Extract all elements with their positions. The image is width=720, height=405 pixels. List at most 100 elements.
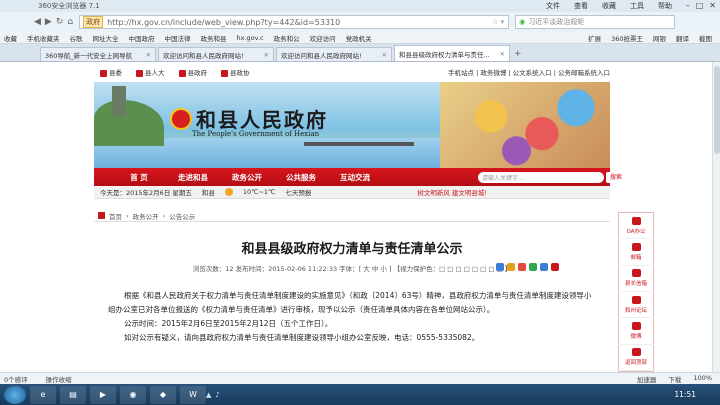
refresh-icon[interactable]: ↻: [56, 17, 64, 27]
breadcrumb-home[interactable]: 首页: [109, 211, 122, 221]
favorite-item[interactable]: 手机收藏夹: [27, 33, 60, 43]
tray-network-icon[interactable]: ▲: [206, 391, 211, 399]
taskbar-folder-icon[interactable]: ▤: [60, 385, 86, 404]
favorite-item[interactable]: 欢迎访问: [310, 33, 336, 43]
site-top-links: 县委 县人大 县政府 县政协 手机站点 | 政务微博 | 公文系统入口 | 公务…: [94, 62, 610, 82]
browser-tab[interactable]: 欢迎访问和县人民政府网站! ✕: [158, 47, 274, 61]
link-cppcc[interactable]: 县政协: [221, 67, 250, 77]
tab-close-icon[interactable]: ✕: [264, 51, 269, 59]
menu-file[interactable]: 文件: [546, 1, 560, 11]
menu-public-affairs[interactable]: 政务公开: [220, 172, 274, 183]
taskbar-clock[interactable]: 11:51: [674, 390, 696, 399]
side-oa-office[interactable]: OA办公: [618, 213, 654, 240]
forum-icon: [631, 295, 641, 304]
menu-tools[interactable]: 工具: [630, 1, 644, 11]
menu-view[interactable]: 查看: [574, 1, 588, 11]
national-emblem-icon: [170, 108, 192, 130]
tray-volume-icon[interactable]: ♪: [215, 391, 219, 399]
favorite-item[interactable]: 党政机关: [346, 33, 372, 43]
link-congress[interactable]: 县人大: [136, 67, 165, 77]
menu-favorites[interactable]: 收藏: [602, 1, 616, 11]
breadcrumb-announcements[interactable]: 公告公示: [169, 211, 195, 221]
sun-icon: [224, 188, 233, 196]
link-government[interactable]: 县政府: [178, 67, 207, 77]
address-url[interactable]: http://hx.gov.cn/include/web_view.php?ty…: [107, 18, 340, 27]
site-search-button[interactable]: 搜索: [606, 171, 626, 183]
taskbar-media-icon[interactable]: ▶: [90, 385, 116, 404]
favorite-item[interactable]: 政务和县: [201, 33, 227, 43]
browser-tab-active[interactable]: 和县县级政府权力清单与责任... ✕: [394, 45, 510, 61]
share-weibo-icon[interactable]: [518, 263, 526, 271]
status-collapse[interactable]: 操作收缩: [46, 374, 72, 384]
menu-public-service[interactable]: 公共服务: [274, 172, 328, 183]
tool-extensions[interactable]: 扩展: [588, 33, 601, 43]
civic-notice: 树文明新风 建文明县城!: [417, 189, 488, 197]
side-label: 邮箱: [630, 254, 642, 261]
side-back-to-top[interactable]: 返回顶部: [618, 345, 654, 371]
weather-forecast-link[interactable]: 七天预报: [285, 187, 311, 197]
side-mailbox[interactable]: 邮箱: [618, 239, 654, 266]
breadcrumb: 首页 › 政务公开 › 公告公示: [94, 210, 610, 222]
browser-title: 360安全浏览器 7.1: [38, 2, 100, 10]
scrollbar-thumb[interactable]: [714, 66, 720, 154]
tab-close-icon[interactable]: ✕: [382, 51, 387, 59]
status-accelerator[interactable]: 加速器: [637, 374, 657, 384]
favorite-item[interactable]: 谷歌: [70, 33, 83, 43]
status-comments[interactable]: 0个感评: [4, 374, 28, 384]
tool-translate[interactable]: 翻译: [676, 33, 689, 43]
favorite-item[interactable]: 网址大全: [93, 33, 119, 43]
minimize-icon[interactable]: –: [686, 1, 690, 10]
start-button[interactable]: [4, 385, 26, 404]
menu-interaction[interactable]: 互动交流: [328, 172, 382, 183]
tab-label: 360导航_新一代安全上网导航: [45, 51, 133, 60]
favorite-item[interactable]: 中国法律: [165, 33, 191, 43]
browser-tab[interactable]: 欢迎访问和县人民政府网站! ✕: [276, 47, 392, 61]
site-top-right-links[interactable]: 手机站点 | 政务微博 | 公文系统入口 | 公务邮箱系统入口: [448, 67, 610, 77]
new-tab-icon[interactable]: +: [514, 49, 528, 61]
breadcrumb-public-affairs[interactable]: 政务公开: [133, 211, 159, 221]
share-wechat-icon[interactable]: [529, 263, 537, 271]
side-forum[interactable]: 和州论坛: [618, 292, 654, 319]
share-more-icon[interactable]: [551, 263, 559, 271]
page-scrollbar[interactable]: [712, 62, 720, 372]
search-engine-icon[interactable]: ◉: [519, 18, 525, 26]
share-plus-icon[interactable]: [496, 263, 504, 271]
tab-close-icon[interactable]: ✕: [146, 51, 151, 59]
favorite-item[interactable]: hx.gov.c: [237, 34, 264, 42]
favorite-item[interactable]: 收藏: [4, 33, 17, 43]
share-qzone-icon[interactable]: [507, 263, 515, 271]
share-renren-icon[interactable]: [540, 263, 548, 271]
taskbar-app-icon[interactable]: ◆: [150, 385, 176, 404]
menu-about[interactable]: 走进和县: [166, 172, 220, 183]
status-zoom[interactable]: 100%: [693, 374, 712, 384]
back-icon[interactable]: ◀: [34, 17, 41, 27]
address-star-icon[interactable]: ☆ ▾: [492, 18, 504, 26]
address-bar[interactable]: 政府 http://hx.gov.cn/include/web_view.php…: [79, 15, 510, 29]
tool-screenshot[interactable]: 截图: [699, 33, 712, 43]
taskbar-word-icon[interactable]: W: [180, 385, 206, 404]
side-weibo[interactable]: 微博: [618, 318, 654, 345]
menu-help[interactable]: 帮助: [658, 1, 672, 11]
side-label: 微博: [630, 333, 642, 340]
link-party-committee[interactable]: 县委: [100, 67, 122, 77]
browser-tab[interactable]: 360导航_新一代安全上网导航 ✕: [40, 47, 156, 61]
tool-bank[interactable]: 网银: [653, 33, 666, 43]
close-icon[interactable]: ✕: [709, 1, 716, 10]
taskbar-360-icon[interactable]: ◉: [120, 385, 146, 404]
tab-strip: 360导航_新一代安全上网导航 ✕ 欢迎访问和县人民政府网站! ✕ 欢迎访问和县人民…: [0, 44, 720, 62]
home-icon[interactable]: ⌂: [67, 17, 73, 27]
favorite-item[interactable]: 政务和公: [274, 33, 300, 43]
site-search-input[interactable]: 请输入关键字... 搜索: [478, 171, 626, 183]
menu-home[interactable]: 首 页: [112, 172, 166, 183]
favorite-item[interactable]: 中国政府: [129, 33, 155, 43]
maximize-icon[interactable]: □: [696, 1, 704, 10]
status-downloads[interactable]: 下载: [668, 374, 681, 384]
forward-icon[interactable]: ▶: [45, 17, 52, 27]
tool-ticket[interactable]: 360抢票王: [611, 33, 643, 43]
taskbar-ie-icon[interactable]: e: [30, 385, 56, 404]
browser-titlebar: 360安全浏览器 7.1 文件 查看 收藏 工具 帮助 – □ ✕: [0, 0, 720, 12]
article-paragraph: 公示时间：2015年2月6日至2015年2月12日（五个工作日）。: [124, 319, 333, 328]
browser-search-input[interactable]: ◉ 习近平谈政治规矩: [515, 15, 676, 29]
tab-close-icon[interactable]: ✕: [500, 50, 505, 58]
side-mayor-mailbox[interactable]: 县长信箱: [618, 266, 654, 292]
